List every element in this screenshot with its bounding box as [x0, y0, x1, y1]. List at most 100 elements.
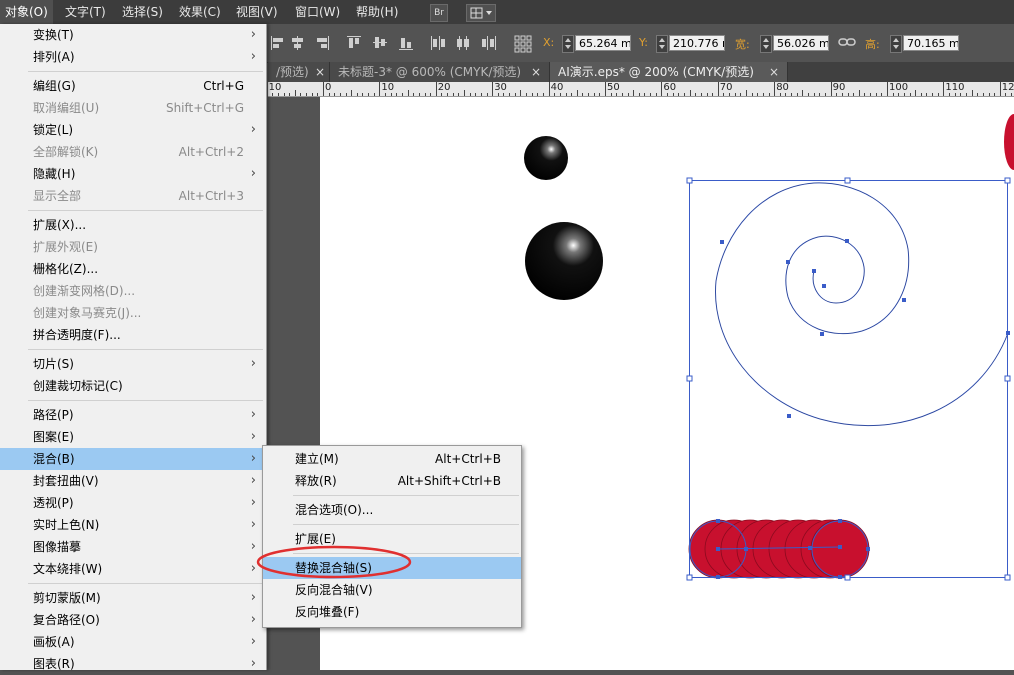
object-menu-item[interactable]: 实时上色(N) › — [0, 514, 266, 536]
menu-item-label: 画板(A) — [33, 635, 75, 649]
object-menu-item[interactable]: 创建对象马赛克(J)... — [0, 302, 266, 324]
object-menu-item[interactable]: 图案(E) › — [0, 426, 266, 448]
menu-item-label: 栅格化(Z)... — [33, 262, 99, 276]
align-middle-icon[interactable] — [372, 35, 388, 51]
y-field[interactable]: 210.776 r — [669, 35, 725, 51]
object-menu-item[interactable]: 路径(P) › — [0, 404, 266, 426]
menu-object[interactable]: 对象(O) — [0, 0, 53, 24]
object-menu-item[interactable]: 封套扭曲(V) › — [0, 470, 266, 492]
chevron-right-icon: › — [250, 473, 256, 488]
object-menu-item[interactable]: 变换(T) › — [0, 24, 266, 46]
align-top-icon[interactable] — [346, 35, 362, 51]
object-menu-item[interactable]: 切片(S) › — [0, 353, 266, 375]
blend-submenu-item[interactable]: 混合选项(O)... — [263, 499, 521, 521]
object-menu-item[interactable]: 编组(G) Ctrl+G — [0, 75, 266, 97]
align-right-icon[interactable] — [314, 35, 330, 51]
tab-document-1[interactable]: /预选) × — [268, 62, 330, 82]
object-menu-item[interactable]: 隐藏(H) › — [0, 163, 266, 185]
ruler-label: 90 — [832, 82, 846, 93]
y-stepper[interactable] — [656, 35, 668, 53]
object-menu-item[interactable]: 排列(A) › — [0, 46, 266, 68]
menu-view[interactable]: 视图(V) — [231, 0, 283, 24]
menu-item-shortcut: Alt+Ctrl+B — [435, 452, 501, 466]
x-stepper[interactable] — [562, 35, 574, 53]
small-black-sphere[interactable] — [524, 136, 568, 180]
menu-item-label: 图案(E) — [33, 430, 74, 444]
object-menu-item[interactable]: 文本绕排(W) › — [0, 558, 266, 580]
link-proportions-icon[interactable] — [838, 34, 856, 55]
ruler-label: 10 — [381, 82, 395, 93]
close-icon[interactable]: × — [769, 62, 779, 82]
object-menu-item[interactable]: 剪切蒙版(M) › — [0, 587, 266, 609]
bridge-button[interactable]: Br — [430, 4, 448, 22]
menu-effect[interactable]: 效果(C) — [174, 0, 226, 24]
reference-point-icon[interactable] — [514, 35, 532, 53]
ruler-label: 0 — [325, 82, 332, 93]
close-icon[interactable]: × — [315, 62, 325, 82]
x-field[interactable]: 65.264 mi — [575, 35, 631, 51]
object-menu-item[interactable]: 图像描摹 › — [0, 536, 266, 558]
workspace-switcher-button[interactable] — [466, 4, 496, 22]
object-menu-item[interactable]: 扩展外观(E) — [0, 236, 266, 258]
ruler-label: 10 — [268, 82, 282, 93]
menu-select[interactable]: 选择(S) — [117, 0, 168, 24]
tab-label: 未标题-3* @ 600% (CMYK/预选) — [338, 65, 522, 79]
menu-window[interactable]: 窗口(W) — [290, 0, 345, 24]
object-menu-item[interactable]: 图表(R) › — [0, 653, 266, 675]
blend-submenu-item[interactable]: 建立(M) Alt+Ctrl+B — [263, 448, 521, 470]
object-menu-item[interactable]: 创建渐变网格(D)... — [0, 280, 266, 302]
y-label: Y: — [639, 36, 648, 49]
menu-item-label: 剪切蒙版(M) — [33, 591, 101, 605]
tab-document-2[interactable]: 未标题-3* @ 600% (CMYK/预选) × — [330, 62, 550, 82]
object-menu-item[interactable]: 取消编组(U) Shift+Ctrl+G — [0, 97, 266, 119]
tab-document-active[interactable]: AI演示.eps* @ 200% (CMYK/预选) × — [550, 62, 788, 82]
close-icon[interactable]: × — [531, 62, 541, 82]
object-menu-item[interactable]: 创建裁切标记(C) — [0, 375, 266, 397]
menu-type[interactable]: 文字(T) — [60, 0, 111, 24]
chevron-right-icon: › — [250, 166, 256, 181]
object-menu-item[interactable]: 扩展(X)... — [0, 214, 266, 236]
object-menu-item[interactable]: 画板(A) › — [0, 631, 266, 653]
menu-item-label: 文本绕排(W) — [33, 562, 103, 576]
menu-separator — [28, 349, 263, 350]
distribute-right-icon[interactable] — [481, 35, 497, 51]
object-menu-item[interactable]: 复合路径(O) › — [0, 609, 266, 631]
object-menu-item[interactable]: 显示全部 Alt+Ctrl+3 — [0, 185, 266, 207]
red-shape-partial[interactable] — [1004, 114, 1014, 170]
align-left-icon[interactable] — [270, 35, 286, 51]
x-label: X: — [543, 36, 555, 49]
chevron-right-icon: › — [250, 49, 256, 64]
object-menu-item[interactable]: 透视(P) › — [0, 492, 266, 514]
object-menu-item[interactable]: 拼合透明度(F)... — [0, 324, 266, 346]
height-field[interactable]: 70.165 mi — [903, 35, 959, 51]
align-bottom-icon[interactable] — [398, 35, 414, 51]
ruler-label: 60 — [663, 82, 677, 93]
chevron-right-icon: › — [250, 517, 256, 532]
object-menu-item[interactable]: 锁定(L) › — [0, 119, 266, 141]
large-black-sphere[interactable] — [525, 222, 603, 300]
menu-item-label: 封套扭曲(V) — [33, 474, 99, 488]
distribute-center-icon[interactable] — [455, 35, 471, 51]
distribute-left-icon[interactable] — [430, 35, 446, 51]
tab-label: /预选) — [276, 65, 309, 79]
menu-item-label: 排列(A) — [33, 50, 75, 64]
menu-item-label: 复合路径(O) — [33, 613, 100, 627]
menu-item-label: 创建渐变网格(D)... — [33, 284, 136, 298]
spiral-path[interactable] — [715, 182, 1009, 427]
menu-item-label: 锁定(L) — [33, 123, 74, 137]
menu-help[interactable]: 帮助(H) — [351, 0, 403, 24]
object-menu-item[interactable]: 混合(B) › — [0, 448, 266, 470]
menu-item-label: 混合选项(O)... — [295, 503, 374, 517]
width-stepper[interactable] — [760, 35, 772, 53]
object-menu-item[interactable]: 栅格化(Z)... — [0, 258, 266, 280]
chevron-right-icon: › — [250, 429, 256, 444]
ruler-label: 50 — [607, 82, 620, 93]
align-center-icon[interactable] — [290, 35, 306, 51]
width-field[interactable]: 56.026 mi — [773, 35, 829, 51]
blend-submenu-item[interactable]: 反向堆叠(F) — [263, 601, 521, 623]
height-stepper[interactable] — [890, 35, 902, 53]
red-blend-object[interactable] — [688, 519, 870, 579]
menu-item-label: 隐藏(H) — [33, 167, 76, 181]
blend-submenu-item[interactable]: 释放(R) Alt+Shift+Ctrl+B — [263, 470, 521, 492]
object-menu-item[interactable]: 全部解锁(K) Alt+Ctrl+2 — [0, 141, 266, 163]
